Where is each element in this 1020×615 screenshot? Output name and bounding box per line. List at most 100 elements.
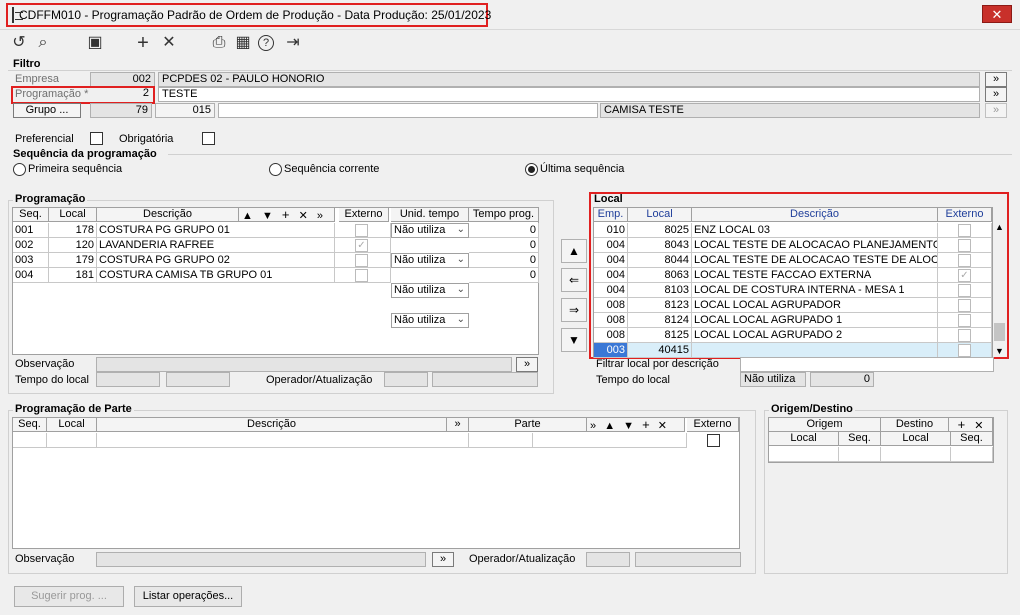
local-row-descricao[interactable]: LOCAL TESTE DE ALOCACAO PLANEJAMENTO [692, 238, 938, 253]
exit-icon[interactable]: ⇥ [282, 32, 304, 54]
local-row-local[interactable]: 8025 [628, 223, 692, 238]
calendar-icon[interactable]: ▦ [232, 32, 254, 54]
programacao-field[interactable]: 2 [90, 87, 152, 102]
origem-cell[interactable] [881, 447, 951, 462]
search-icon[interactable]: ⌕ [32, 32, 54, 54]
add-icon[interactable]: + [132, 32, 154, 54]
empresa-code-field[interactable]: 002 [90, 72, 155, 87]
save-icon[interactable]: ▣ [84, 32, 106, 54]
parte-down-icon[interactable]: ▼ [623, 420, 634, 432]
help-icon[interactable]: ? [258, 35, 274, 51]
local-row-externo[interactable] [938, 343, 992, 358]
remove-row-icon[interactable]: ✕ [299, 210, 308, 222]
local-row-local[interactable]: 8125 [628, 328, 692, 343]
local-row-emp[interactable]: 008 [594, 298, 628, 313]
move-up-button[interactable]: ▲ [561, 239, 587, 263]
prog-row-seq[interactable]: 001 [13, 223, 49, 238]
prog-row-seq[interactable]: 004 [13, 268, 49, 283]
parte-more-icon[interactable]: » [590, 420, 596, 432]
local-row-emp[interactable]: 010 [594, 223, 628, 238]
parte-cell[interactable] [97, 433, 469, 448]
parte-observacao-more[interactable]: » [432, 552, 454, 567]
local-row-emp[interactable]: 008 [594, 313, 628, 328]
prog-row-descricao[interactable]: LAVANDERIA RAFREE [97, 238, 335, 253]
add-row-icon[interactable]: + [282, 207, 290, 222]
parte-up-icon[interactable]: ▲ [604, 420, 615, 432]
local-row-externo[interactable] [938, 298, 992, 313]
local-row-local[interactable]: 8043 [628, 238, 692, 253]
local-externo-checkbox[interactable] [958, 284, 971, 297]
prog-row-tempo[interactable]: 0 [469, 223, 539, 238]
local-externo-checkbox[interactable] [958, 224, 971, 237]
origem-cell[interactable] [839, 447, 881, 462]
parte-observacao-field[interactable] [96, 552, 426, 567]
observacao-more-button[interactable]: » [516, 357, 538, 372]
programacao-scrollbar[interactable] [539, 207, 553, 355]
prog-row-tempo[interactable]: 0 [469, 253, 539, 268]
local-externo-checkbox[interactable] [958, 254, 971, 267]
prog-externo-checkbox[interactable] [355, 224, 368, 237]
prog-row-unid-tempo[interactable]: Não utiliza ⌄ [391, 223, 469, 238]
prog-row-local[interactable]: 120 [49, 238, 97, 253]
move-left-button[interactable]: ⇐ [561, 268, 587, 292]
parte-cell[interactable] [469, 433, 533, 448]
prog-row-tempo[interactable]: 0 [469, 238, 539, 253]
origem-scrollbar[interactable] [994, 417, 1006, 567]
local-row-local[interactable]: 8124 [628, 313, 692, 328]
prog-row-local[interactable]: 178 [49, 223, 97, 238]
grupo-extra-field[interactable] [218, 103, 598, 118]
move-down-button[interactable]: ▼ [561, 328, 587, 352]
grupo-value1-field[interactable]: 79 [90, 103, 152, 118]
chevron-down-icon[interactable]: ⌄ [457, 223, 465, 236]
local-row-externo[interactable] [938, 283, 992, 298]
sugerir-prog-button[interactable]: Sugerir prog. ... [14, 586, 124, 607]
chevron-down-icon[interactable]: ⌄ [457, 313, 465, 326]
local-row-externo[interactable] [938, 223, 992, 238]
local-row-local[interactable]: 8103 [628, 283, 692, 298]
local-row-local[interactable]: 8044 [628, 253, 692, 268]
prog-row-unid-tempo[interactable]: Não utiliza ⌄ [391, 283, 469, 298]
listar-operacoes-button[interactable]: Listar operações... [134, 586, 242, 607]
local-row-descricao[interactable]: LOCAL LOCAL AGRUPADO 2 [692, 328, 938, 343]
local-row-externo[interactable]: ✓ [938, 268, 992, 283]
local-scrollbar[interactable]: ▲ ▼ [993, 222, 1006, 356]
local-row-emp[interactable]: 008 [594, 328, 628, 343]
local-externo-checkbox[interactable]: ✓ [958, 269, 971, 282]
local-row-descricao[interactable]: LOCAL LOCAL AGRUPADO 1 [692, 313, 938, 328]
local-row-descricao[interactable]: ENZ LOCAL 03 [692, 223, 938, 238]
grupo-button[interactable]: Grupo ... [13, 103, 81, 118]
local-row-externo[interactable] [938, 238, 992, 253]
local-externo-checkbox[interactable] [958, 239, 971, 252]
local-row-externo[interactable] [938, 313, 992, 328]
prog-row-descricao[interactable]: COSTURA CAMISA TB GRUPO 01 [97, 268, 335, 283]
local-row-externo[interactable] [938, 253, 992, 268]
local-externo-checkbox[interactable] [958, 314, 971, 327]
grupo-value2-field[interactable]: 015 [155, 103, 215, 118]
prog-row-local[interactable]: 181 [49, 268, 97, 283]
prog-externo-checkbox[interactable] [355, 269, 368, 282]
prog-row-descricao[interactable]: COSTURA PG GRUPO 01 [97, 223, 335, 238]
local-row-local[interactable]: 8063 [628, 268, 692, 283]
local-externo-checkbox[interactable] [958, 329, 971, 342]
local-row-emp[interactable]: 004 [594, 238, 628, 253]
prog-row-seq[interactable]: 002 [13, 238, 49, 253]
empresa-more-button[interactable]: » [985, 72, 1007, 87]
parte-externo-checkbox[interactable] [707, 434, 720, 447]
undo-icon[interactable]: ↺ [8, 32, 30, 54]
programacao-more-button[interactable]: » [985, 87, 1007, 102]
local-row-emp[interactable]: 003 [594, 343, 628, 358]
local-externo-checkbox[interactable] [958, 344, 971, 357]
prog-externo-checkbox[interactable]: ✓ [355, 239, 368, 252]
prog-row-unid-tempo[interactable]: Não utiliza ⌄ [391, 253, 469, 268]
move-right-button[interactable]: ⇒ [561, 298, 587, 322]
local-row-descricao[interactable]: LOCAL DE COSTURA INTERNA - MESA 1 [692, 283, 938, 298]
local-scroll-thumb[interactable] [994, 323, 1005, 341]
local-row-externo[interactable] [938, 328, 992, 343]
radio-ultima-sequencia[interactable] [525, 163, 538, 176]
local-row-descricao[interactable]: LOCAL LOCAL AGRUPADOR [692, 298, 938, 313]
local-row-emp[interactable]: 004 [594, 268, 628, 283]
move-up-icon[interactable]: ▲ [242, 210, 253, 222]
expand-icon[interactable]: » [317, 210, 323, 222]
programacao-name-field[interactable]: TESTE [158, 87, 980, 102]
radio-primeira-sequencia[interactable] [13, 163, 26, 176]
